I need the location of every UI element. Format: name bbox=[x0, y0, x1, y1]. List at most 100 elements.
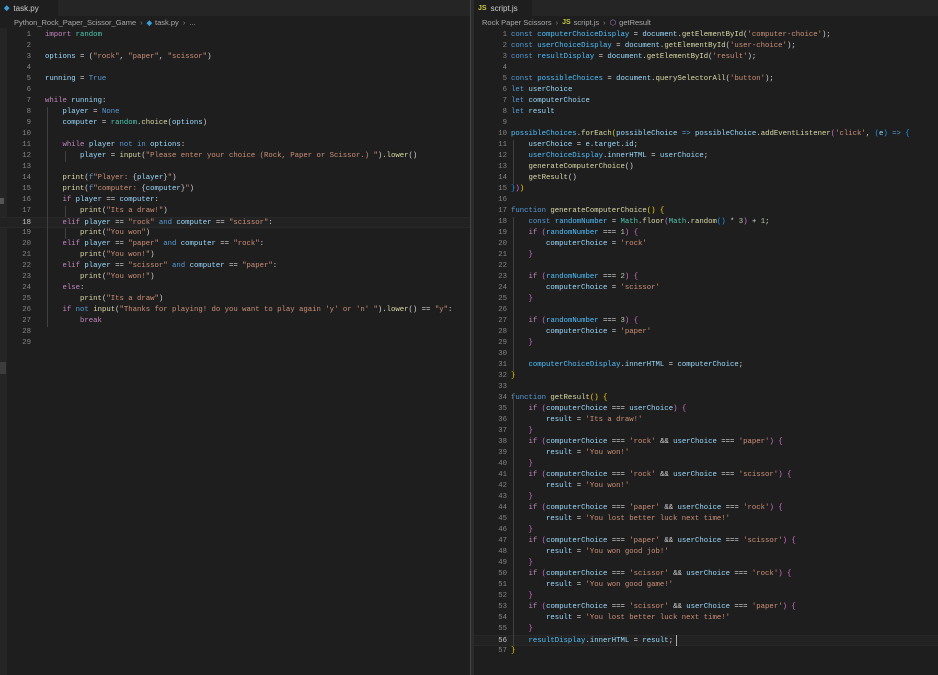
code-line[interactable]: 20 elif player == "paper" and computer =… bbox=[0, 239, 470, 250]
code-line[interactable]: 20 computerChoice = 'rock' bbox=[474, 239, 938, 250]
code-line[interactable]: 41 if (computerChoice === 'rock' && user… bbox=[474, 470, 938, 481]
code-line[interactable]: 56 resultDisplay.innerHTML = result; bbox=[474, 635, 938, 646]
code-line[interactable]: 11 while player not in options: bbox=[0, 140, 470, 151]
breadcrumb-folder[interactable]: Python_Rock_Paper_Scissor_Game bbox=[14, 18, 136, 27]
code-line[interactable]: 29 bbox=[0, 338, 470, 349]
code-line[interactable]: 53 if (computerChoice === 'scissor' && u… bbox=[474, 602, 938, 613]
code-text: player = None bbox=[62, 108, 120, 116]
code-line[interactable]: 17 function generateComputerChoice() { bbox=[474, 206, 938, 217]
code-line[interactable]: 35 if (computerChoice === userChoice) { bbox=[474, 404, 938, 415]
code-line[interactable]: 22 bbox=[474, 261, 938, 272]
code-line[interactable]: 26 bbox=[474, 305, 938, 316]
code-line[interactable]: 34 function getResult() { bbox=[474, 393, 938, 404]
code-line[interactable]: 7 let computerChoice bbox=[474, 96, 938, 107]
code-line[interactable]: 4 bbox=[0, 63, 470, 74]
code-line[interactable]: 23 if (randomNumber === 2) { bbox=[474, 272, 938, 283]
code-line[interactable]: 16 bbox=[474, 195, 938, 206]
code-line[interactable]: 33 bbox=[474, 382, 938, 393]
code-line[interactable]: 9 computer = random.choice(options) bbox=[0, 118, 470, 129]
code-line[interactable]: 42 result = 'You won!' bbox=[474, 481, 938, 492]
code-line[interactable]: 6 let userChoice bbox=[474, 85, 938, 96]
code-line[interactable]: 27 break bbox=[0, 316, 470, 327]
code-line[interactable]: 55 } bbox=[474, 624, 938, 635]
code-line[interactable]: 43 } bbox=[474, 492, 938, 503]
code-line[interactable]: 36 result = 'Its a draw!' bbox=[474, 415, 938, 426]
code-line[interactable]: 52 } bbox=[474, 591, 938, 602]
line-number: 2 bbox=[502, 42, 507, 50]
code-line[interactable]: 23 print("You won!") bbox=[0, 272, 470, 283]
code-line[interactable]: 45 result = 'You lost better luck next t… bbox=[474, 514, 938, 525]
code-line[interactable]: 3 options = ("rock", "paper", "scissor") bbox=[0, 52, 470, 63]
tab-script-js[interactable]: JS script.js bbox=[474, 0, 532, 16]
code-line[interactable]: 57} bbox=[474, 646, 938, 657]
code-line[interactable]: 1 import random bbox=[0, 30, 470, 41]
code-line[interactable]: 18 elif player == "rock" and computer ==… bbox=[0, 217, 470, 228]
code-line[interactable]: 15 print(f"computer: {computer}") bbox=[0, 184, 470, 195]
code-line[interactable]: 19 print("You won") bbox=[0, 228, 470, 239]
code-line[interactable]: 14 print(f"Player: {player}") bbox=[0, 173, 470, 184]
code-line[interactable]: 13 generateComputerChoice() bbox=[474, 162, 938, 173]
code-line[interactable]: 29 } bbox=[474, 338, 938, 349]
breadcrumb-symbol[interactable]: getResult bbox=[619, 18, 651, 27]
code-line[interactable]: 27 if (randomNumber === 3) { bbox=[474, 316, 938, 327]
code-line[interactable]: 9 bbox=[474, 118, 938, 129]
code-line[interactable]: 49 } bbox=[474, 558, 938, 569]
breadcrumb-file[interactable]: script.js bbox=[574, 18, 599, 27]
code-line[interactable]: 24 else: bbox=[0, 283, 470, 294]
code-line[interactable]: 25 print("Its a draw") bbox=[0, 294, 470, 305]
code-line[interactable]: 6 bbox=[0, 85, 470, 96]
code-line[interactable]: 3 const resultDisplay = document.getEleme… bbox=[474, 52, 938, 63]
code-text: generateComputerChoice() bbox=[528, 163, 634, 171]
code-line[interactable]: 50 if (computerChoice === 'scissor' && u… bbox=[474, 569, 938, 580]
code-line[interactable]: 17 print("Its a draw!") bbox=[0, 206, 470, 217]
line-number: 2 bbox=[26, 42, 31, 50]
code-line[interactable]: 44 if (computerChoice === 'paper' && use… bbox=[474, 503, 938, 514]
code-line[interactable]: 12 player = input("Please enter your cho… bbox=[0, 151, 470, 162]
code-line[interactable]: 14 getResult() bbox=[474, 173, 938, 184]
code-line[interactable]: 30 bbox=[474, 349, 938, 360]
line-number: 36 bbox=[498, 416, 507, 424]
code-line[interactable]: 25 } bbox=[474, 294, 938, 305]
breadcrumb-symbol[interactable]: ... bbox=[189, 18, 195, 27]
tab-task-py[interactable]: ◆ task.py bbox=[0, 0, 58, 16]
code-line[interactable]: 54 result = 'You lost better luck next t… bbox=[474, 613, 938, 624]
code-line[interactable]: 21 } bbox=[474, 250, 938, 261]
code-line[interactable]: 5 const possibleChoices = document.queryS… bbox=[474, 74, 938, 85]
code-line[interactable]: 11 userChoice = e.target.id; bbox=[474, 140, 938, 151]
code-line[interactable]: 48 result = 'You won good job!' bbox=[474, 547, 938, 558]
code-line[interactable]: 12 userChoiceDisplay.innerHTML = userCho… bbox=[474, 151, 938, 162]
code-line[interactable]: 8 let result bbox=[474, 107, 938, 118]
code-line[interactable]: 47 if (computerChoice === 'paper' && use… bbox=[474, 536, 938, 547]
code-line[interactable]: 13 bbox=[0, 162, 470, 173]
code-line[interactable]: 31 computerChoiceDisplay.innerHTML = com… bbox=[474, 360, 938, 371]
code-line[interactable]: 1 const computerChoiceDisplay = document.… bbox=[474, 30, 938, 41]
code-line[interactable]: 46 } bbox=[474, 525, 938, 536]
code-line[interactable]: 19 if (randomNumber === 1) { bbox=[474, 228, 938, 239]
code-line[interactable]: 10 possibleChoices.forEach(possibleChoice… bbox=[474, 129, 938, 140]
code-line[interactable]: 8 player = None bbox=[0, 107, 470, 118]
code-line[interactable]: 4 bbox=[474, 63, 938, 74]
code-line[interactable]: 5 running = True bbox=[0, 74, 470, 85]
code-line[interactable]: 22 elif player == "scissor" and computer… bbox=[0, 261, 470, 272]
code-line[interactable]: 28 bbox=[0, 327, 470, 338]
breadcrumb-file[interactable]: task.py bbox=[155, 18, 179, 27]
code-line[interactable]: 7 while running: bbox=[0, 96, 470, 107]
code-line[interactable]: 2 const userChoiceDisplay = document.getE… bbox=[474, 41, 938, 52]
code-line[interactable]: 40 } bbox=[474, 459, 938, 470]
code-line[interactable]: 28 computerChoice = 'paper' bbox=[474, 327, 938, 338]
code-line[interactable]: 26 if not input("Thanks for playing! do … bbox=[0, 305, 470, 316]
code-line[interactable]: 38 if (computerChoice === 'rock' && user… bbox=[474, 437, 938, 448]
code-line[interactable]: 39 result = 'You won!' bbox=[474, 448, 938, 459]
code-line[interactable]: 37 } bbox=[474, 426, 938, 437]
code-line[interactable]: 21 print("You won!") bbox=[0, 250, 470, 261]
code-line[interactable]: 32} bbox=[474, 371, 938, 382]
indent-guide bbox=[513, 140, 514, 184]
code-line[interactable]: 2 bbox=[0, 41, 470, 52]
breadcrumb-folder[interactable]: Rock Paper Scissors bbox=[482, 18, 552, 27]
code-line[interactable]: 51 result = 'You won good game!' bbox=[474, 580, 938, 591]
code-line[interactable]: 24 computerChoice = 'scissor' bbox=[474, 283, 938, 294]
code-line[interactable]: 10 bbox=[0, 129, 470, 140]
code-line[interactable]: 16 if player == computer: bbox=[0, 195, 470, 206]
code-line[interactable]: 18 const randomNumber = Math.floor(Math.… bbox=[474, 217, 938, 228]
code-line[interactable]: 15})) bbox=[474, 184, 938, 195]
